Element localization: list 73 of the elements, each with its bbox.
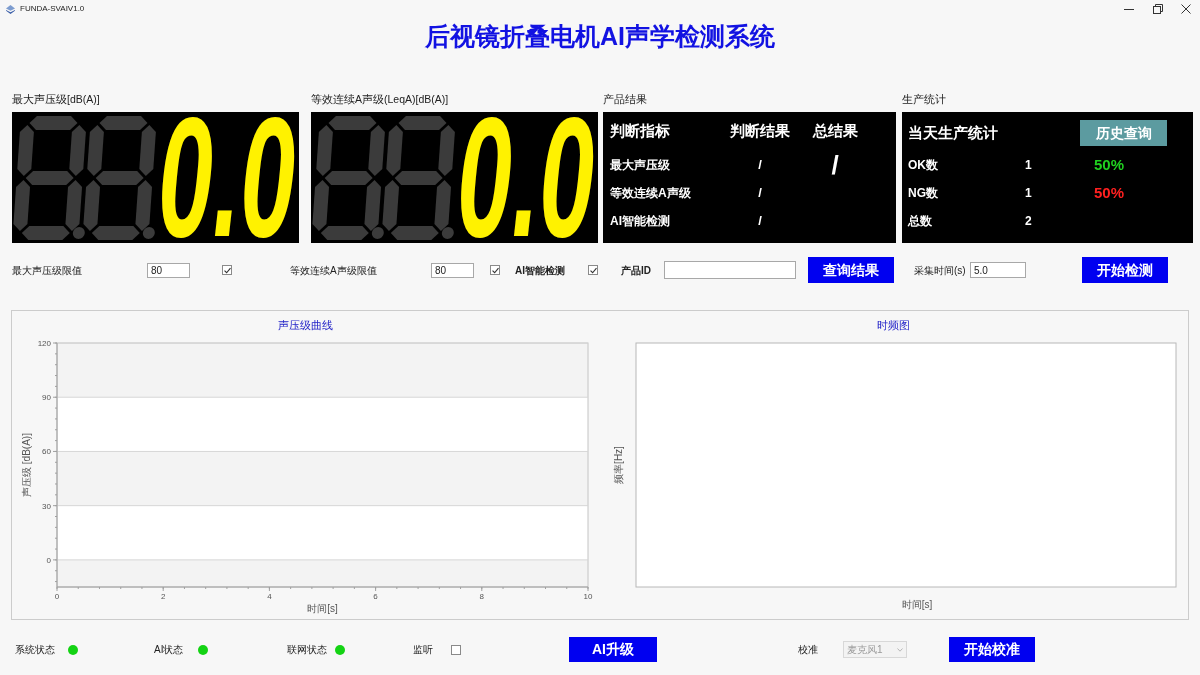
- status-label: AI状态: [154, 643, 184, 657]
- axis-title: 频率[Hz]: [613, 446, 624, 484]
- checkbox[interactable]: [490, 265, 500, 275]
- axis-title: 时间[s]: [901, 599, 933, 610]
- input-field[interactable]: [664, 261, 796, 279]
- section-label: 产品结果: [603, 93, 647, 106]
- chart-title: 时频图: [876, 317, 910, 333]
- app-heading: 后视镜折叠电机AI声学检测系统: [425, 21, 775, 53]
- stat-count: 2: [1025, 213, 1032, 230]
- row-label: 等效连续A声级: [610, 185, 691, 202]
- restore-icon[interactable]: [1153, 4, 1163, 14]
- field-label: 最大声压级限值: [12, 263, 82, 278]
- status-label: 联网状态: [287, 643, 327, 657]
- column-header: 判断结果: [730, 120, 790, 141]
- app-logo-icon: [6, 4, 15, 14]
- meter-reading: 0.0: [457, 113, 595, 242]
- meter-reading: 0.0: [158, 113, 296, 242]
- section-label: 生产统计: [902, 93, 946, 106]
- checkmark-icon: [589, 266, 597, 274]
- axis-title: 声压级 [dB(A)]: [21, 433, 32, 497]
- stat-label: 总数: [908, 213, 932, 230]
- axis-tick-label: 10: [583, 592, 593, 601]
- checkbox[interactable]: [588, 265, 598, 275]
- result-value: /: [758, 156, 762, 175]
- axis-tick-label: 30: [42, 501, 51, 511]
- stat-label: OK数: [908, 157, 938, 174]
- checkbox[interactable]: [451, 644, 461, 655]
- number-field[interactable]: 5.0: [970, 262, 1026, 278]
- stat-percentage: 50%: [1094, 182, 1125, 203]
- start-button[interactable]: 开始检测: [1082, 257, 1168, 283]
- close-icon[interactable]: [1181, 4, 1191, 14]
- axis-tick-label: 2: [160, 592, 166, 601]
- upgrade-button[interactable]: AI升级: [569, 637, 657, 662]
- field-label: 监听: [413, 643, 433, 657]
- overall-result: /: [831, 152, 839, 178]
- section-label: 最大声压级[dB(A)]: [12, 93, 100, 106]
- stat-label: NG数: [908, 185, 938, 202]
- checkbox[interactable]: [222, 265, 232, 275]
- axis-tick-label: 0: [54, 592, 60, 601]
- column-header: 判断指标: [610, 120, 670, 141]
- axis-tick-label: 6: [373, 592, 378, 601]
- axis-tick-label: 4: [267, 592, 272, 601]
- chart-title: 声压级曲线: [277, 317, 333, 333]
- field-label: 校准: [798, 643, 818, 657]
- window-title: FUNDA-SVAIV1.0: [20, 3, 85, 15]
- status-label: 系统状态: [15, 643, 55, 657]
- number-field[interactable]: 80: [147, 262, 190, 278]
- stat-percentage: 50%: [1094, 154, 1125, 175]
- result-value: /: [758, 212, 762, 231]
- axis-title: 时间[s]: [307, 603, 338, 614]
- stat-count: 1: [1025, 157, 1032, 174]
- axis-tick-label: 8: [479, 592, 485, 601]
- axis-tick-label: 0: [46, 555, 51, 565]
- calibrate-button[interactable]: 开始校准: [949, 637, 1035, 662]
- axis-tick-label: 60: [42, 447, 51, 457]
- number-field[interactable]: 80: [431, 262, 474, 278]
- column-header: 总结果: [812, 120, 858, 141]
- section-label: 等效连续A声级(LeqA)[dB(A)]: [311, 93, 449, 106]
- query-button[interactable]: 查询结果: [808, 257, 894, 283]
- caret-icon: [897, 647, 903, 652]
- axis-tick-label: 120: [37, 339, 51, 348]
- axis-tick-label: 90: [42, 393, 51, 403]
- field-label: 产品ID: [621, 263, 651, 278]
- stat-count: 1: [1025, 185, 1032, 202]
- row-label: AI智能检测: [610, 213, 670, 230]
- checkmark-icon: [491, 266, 499, 274]
- field-label: 采集时间(s): [914, 263, 966, 278]
- checkmark-icon: [223, 266, 231, 274]
- result-value: /: [758, 184, 762, 203]
- field-label: AI智能检测: [515, 263, 565, 278]
- field-label: 等效连续A声级限值: [290, 263, 377, 278]
- row-label: 最大声压级: [610, 157, 670, 174]
- panel-title: 当天生产统计: [908, 122, 999, 143]
